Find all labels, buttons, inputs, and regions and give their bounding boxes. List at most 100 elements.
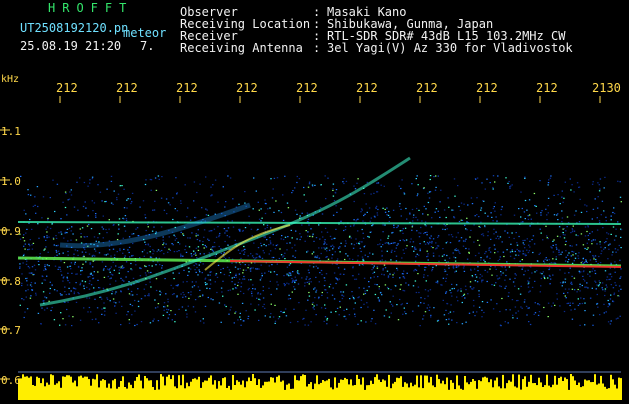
noise-pixel [175, 177, 177, 179]
noise-pixel [51, 306, 53, 309]
noise-pixel [152, 249, 154, 251]
noise-pixel [38, 264, 40, 266]
noise-pixel [455, 266, 458, 268]
noise-strip-bar [298, 380, 300, 400]
time-tick: 212 [356, 81, 378, 95]
noise-pixel [248, 287, 250, 290]
noise-pixel [278, 210, 280, 212]
noise-pixel [379, 243, 381, 245]
noise-strip-bar [322, 380, 324, 400]
noise-pixel [175, 237, 178, 240]
noise-pixel [25, 296, 27, 298]
noise-pixel [225, 230, 227, 232]
noise-strip-bar [468, 384, 470, 400]
noise-pixel [103, 307, 105, 309]
noise-pixel [548, 259, 550, 261]
noise-pixel [122, 237, 124, 239]
noise-pixel [164, 306, 166, 308]
noise-pixel [224, 232, 226, 234]
noise-pixel [35, 212, 37, 214]
noise-pixel [559, 282, 562, 284]
noise-pixel [219, 232, 221, 235]
noise-pixel [34, 282, 36, 284]
noise-pixel [295, 230, 297, 232]
noise-pixel [528, 277, 531, 279]
noise-pixel [403, 240, 406, 242]
noise-strip-bar [396, 377, 398, 400]
noise-pixel [451, 209, 453, 211]
noise-strip-bar [586, 380, 588, 400]
noise-strip-bar [34, 385, 36, 400]
noise-pixel [383, 315, 386, 317]
noise-pixel [558, 226, 561, 228]
noise-pixel [59, 324, 61, 326]
noise-pixel [264, 307, 266, 309]
freq-unit-label: kHz [1, 74, 20, 85]
noise-pixel [111, 291, 114, 293]
noise-strip-bar [532, 383, 534, 400]
noise-pixel [605, 241, 607, 243]
noise-pixel [390, 289, 392, 291]
noise-pixel [604, 176, 606, 178]
noise-pixel [308, 224, 310, 226]
noise-pixel [326, 256, 328, 258]
noise-strip-bar [186, 382, 188, 400]
noise-pixel [240, 318, 242, 321]
noise-pixel [237, 249, 240, 251]
noise-pixel [584, 247, 586, 250]
noise-pixel [432, 247, 434, 249]
noise-pixel [333, 246, 335, 248]
noise-pixel [533, 313, 535, 315]
noise-pixel [523, 243, 525, 246]
noise-pixel [468, 312, 471, 314]
noise-pixel [608, 278, 610, 281]
noise-pixel [306, 281, 308, 283]
noise-pixel [310, 321, 312, 323]
noise-pixel [454, 260, 457, 262]
noise-pixel [376, 267, 379, 269]
noise-pixel [270, 271, 272, 273]
noise-pixel [507, 295, 510, 297]
noise-pixel [199, 320, 202, 322]
noise-pixel [60, 294, 62, 296]
noise-pixel [199, 289, 201, 291]
noise-pixel [74, 263, 76, 265]
noise-pixel [422, 318, 424, 320]
noise-pixel [547, 316, 549, 318]
noise-pixel [130, 294, 132, 296]
noise-pixel [399, 277, 401, 279]
noise-pixel [552, 240, 554, 242]
noise-pixel [27, 265, 30, 268]
noise-strip-bar [352, 385, 354, 400]
noise-strip-bar [350, 379, 352, 400]
noise-pixel [500, 214, 502, 216]
noise-pixel [102, 269, 105, 271]
noise-pixel [318, 247, 320, 249]
noise-pixel [203, 253, 205, 255]
noise-pixel [455, 249, 458, 252]
noise-pixel [559, 203, 561, 205]
noise-pixel [606, 276, 609, 278]
noise-pixel [60, 270, 62, 272]
noise-pixel [291, 277, 293, 280]
noise-pixel [524, 299, 526, 301]
noise-pixel [520, 216, 522, 218]
noise-pixel [576, 291, 578, 293]
noise-pixel [242, 249, 245, 251]
noise-pixel [273, 271, 276, 273]
noise-pixel [154, 200, 156, 202]
noise-pixel [548, 267, 551, 269]
noise-pixel [197, 296, 200, 298]
noise-strip-bar [424, 375, 426, 400]
noise-pixel [397, 243, 399, 245]
noise-pixel [524, 176, 526, 178]
noise-pixel [272, 256, 275, 259]
noise-pixel [402, 232, 404, 234]
noise-pixel [162, 236, 164, 238]
noise-pixel [170, 284, 172, 286]
noise-pixel [495, 216, 497, 218]
noise-pixel [429, 241, 431, 243]
noise-strip-bar [38, 377, 40, 400]
noise-pixel [343, 273, 345, 275]
noise-pixel [356, 182, 358, 184]
